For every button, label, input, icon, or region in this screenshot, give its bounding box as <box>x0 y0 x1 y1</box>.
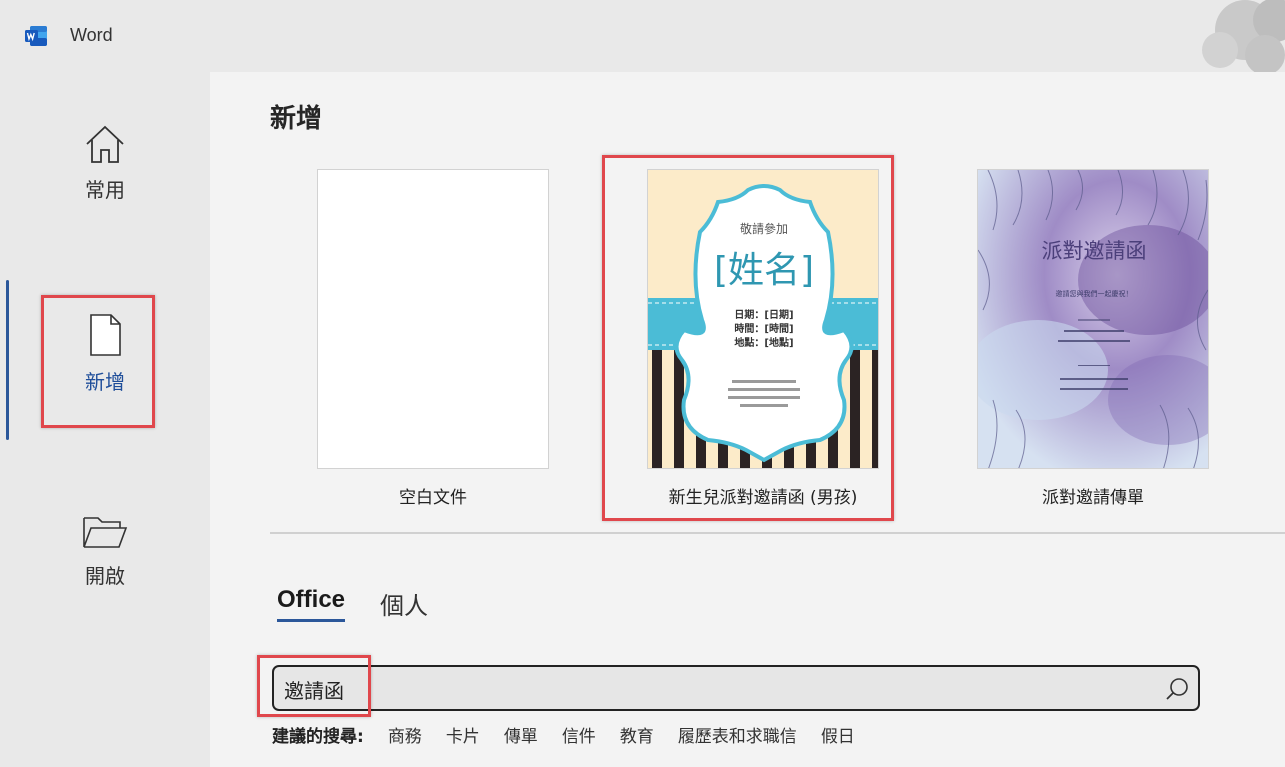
template-thumbnail-blank <box>317 169 549 469</box>
nav-home-label: 常用 <box>85 178 125 202</box>
folder-open-icon <box>83 517 128 548</box>
main-panel: 新增 空白文件 敬請參加 [姓名] 日期：[日期] 時間：[時間] 地點：[地點… <box>210 72 1285 767</box>
template-thumbnail-party: 派對邀請函 邀請您與我們一起慶祝！ <box>977 169 1209 469</box>
template-name: 空白文件 <box>399 488 467 508</box>
suggested-search-item[interactable]: 信件 <box>562 722 596 747</box>
section-divider <box>270 532 1285 534</box>
search-icon[interactable] <box>1164 676 1190 702</box>
title-bar: Word <box>0 0 1285 72</box>
baby-time-text: 時間：[時間] <box>734 322 793 335</box>
search-input[interactable] <box>284 675 1144 703</box>
baby-place-text: 地點：[地點] <box>734 336 793 349</box>
party-title-text: 派對邀請函 <box>1042 239 1147 263</box>
nav-new-label: 新增 <box>85 370 125 394</box>
suggested-search-item[interactable]: 卡片 <box>446 722 480 747</box>
template-name: 派對邀請傳單 <box>1042 488 1144 508</box>
baby-name-text: [姓名] <box>714 250 814 291</box>
template-blank-document[interactable]: 空白文件 <box>317 169 549 508</box>
nav-open-label: 開啟 <box>85 564 125 588</box>
suggested-searches-label: 建議的搜尋: <box>272 727 364 747</box>
nav-new[interactable]: 新增 <box>40 312 170 422</box>
suggested-search-item[interactable]: 假日 <box>821 722 855 747</box>
app-title: Word <box>70 25 113 45</box>
suggested-searches: 建議的搜尋: 商務 卡片 傳單 信件 教育 履歷表和求職信 假日 <box>272 722 879 747</box>
baby-invite-text: 敬請參加 <box>740 221 788 236</box>
template-name: 新生兒派對邀請函 (男孩) <box>668 488 858 508</box>
baby-invite-artwork: 敬請參加 [姓名] 日期：[日期] 時間：[時間] 地點：[地點] <box>648 170 878 468</box>
template-party-invite-flyer[interactable]: 派對邀請函 邀請您與我們一起慶祝！ 派對邀請傳單 <box>977 169 1209 508</box>
suggested-search-item[interactable]: 教育 <box>620 722 654 747</box>
home-icon <box>86 125 124 163</box>
tab-office[interactable]: Office <box>277 586 346 622</box>
tab-personal[interactable]: 個人 <box>380 586 428 621</box>
nav-selection-indicator <box>6 280 9 440</box>
new-document-icon <box>90 314 121 356</box>
party-subtitle-text: 邀請您與我們一起慶祝！ <box>1056 289 1133 298</box>
party-flyer-artwork: 派對邀請函 邀請您與我們一起慶祝！ <box>978 170 1208 468</box>
page-title: 新增 <box>270 104 323 134</box>
cloud-decoration-icon <box>1202 0 1285 72</box>
sidebar: 常用 新增 開啟 <box>0 72 210 767</box>
nav-open[interactable]: 開啟 <box>40 512 170 622</box>
template-thumbnail-baby: 敬請參加 [姓名] 日期：[日期] 時間：[時間] 地點：[地點] <box>647 169 879 469</box>
word-logo-icon <box>25 26 47 46</box>
baby-date-text: 日期：[日期] <box>734 308 793 321</box>
template-search-box[interactable] <box>272 665 1200 711</box>
suggested-search-item[interactable]: 傳單 <box>504 722 538 747</box>
template-baby-shower-invite[interactable]: 敬請參加 [姓名] 日期：[日期] 時間：[時間] 地點：[地點] 新生兒派對邀… <box>647 169 879 508</box>
nav-home[interactable]: 常用 <box>40 122 170 232</box>
suggested-search-item[interactable]: 履歷表和求職信 <box>678 722 797 747</box>
suggested-search-item[interactable]: 商務 <box>388 722 422 747</box>
